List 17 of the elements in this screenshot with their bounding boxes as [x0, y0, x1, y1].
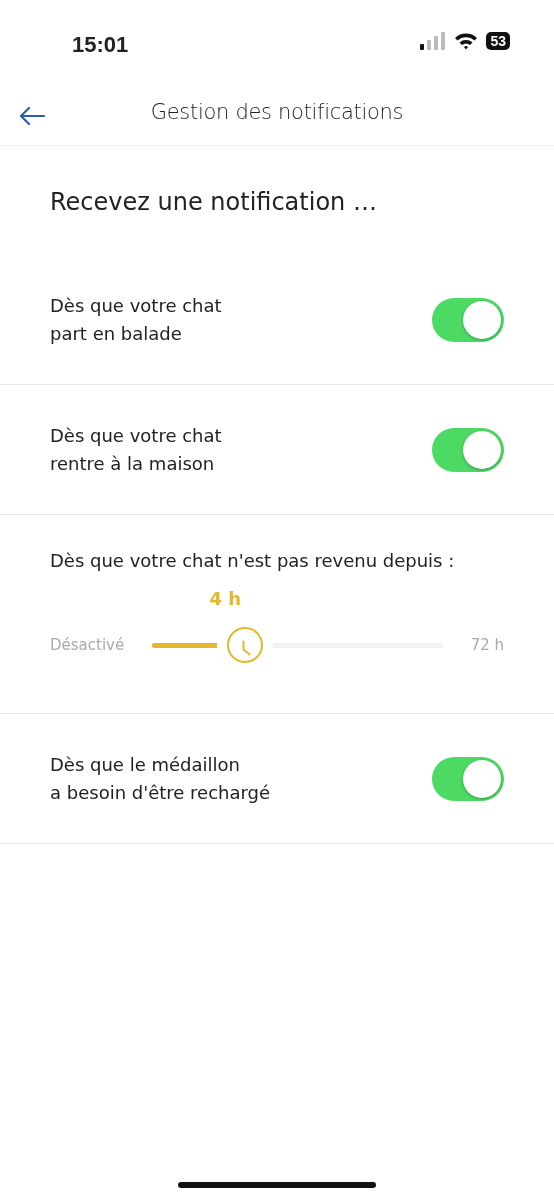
- battery-level: 53: [486, 32, 510, 50]
- clock-icon: [242, 639, 252, 656]
- slider-max-label: 72 h: [470, 634, 504, 656]
- toggle-switch[interactable]: [432, 756, 504, 801]
- toggle-switch[interactable]: [432, 298, 504, 342]
- status-time: 15:01: [72, 31, 129, 59]
- notification-label: Dès que votre chat part en balade: [50, 294, 222, 346]
- notification-label: Dès que le médaillon a besoin d'être rechargé: [50, 752, 271, 805]
- signal-icon: [420, 32, 447, 50]
- slider-min-label: Désactivé: [50, 634, 125, 656]
- slider-value: 4 h: [208, 587, 243, 611]
- page-title: Gestion des notifications: [150, 98, 404, 126]
- section-heading: Recevez une notification …: [49, 187, 378, 218]
- notification-label: Dès que votre chat n'est pas revenu depuis :: [50, 549, 456, 573]
- toggle-switch[interactable]: [432, 427, 504, 472]
- notification-label: Dès que votre chat rentre à la maison: [50, 423, 222, 476]
- wifi-icon: [454, 32, 479, 50]
